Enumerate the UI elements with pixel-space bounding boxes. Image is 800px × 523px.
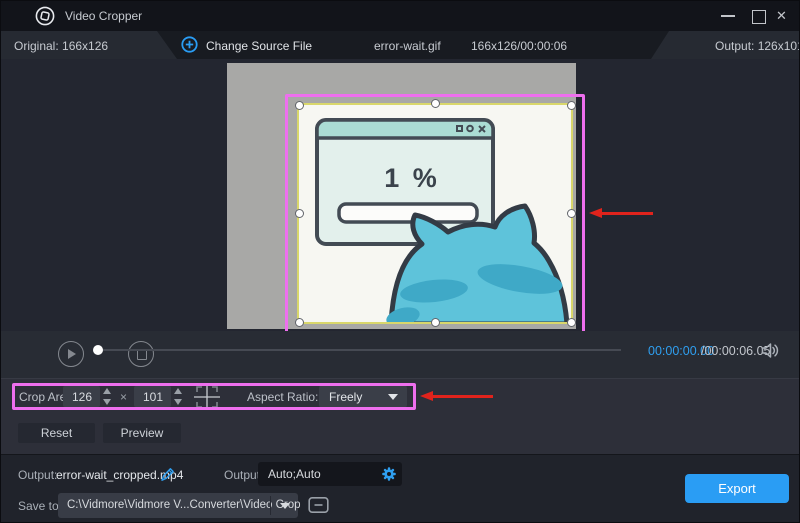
seek-slider-thumb[interactable] (93, 345, 103, 355)
export-settings-panel: Output: error-wait_cropped.mp4 Output: (1, 454, 800, 523)
stop-button[interactable] (128, 341, 154, 367)
crop-selection-region[interactable]: 1 % (299, 105, 571, 322)
export-button[interactable]: Export (685, 474, 789, 503)
save-to-label: Save to: (18, 499, 62, 513)
crop-position-crosshair-icon[interactable] (192, 382, 222, 417)
crop-height-input[interactable] (134, 386, 171, 407)
video-cropper-window: Video Cropper Original: 166x126 Change S… (0, 0, 800, 523)
aspect-ratio-value: Freely (329, 390, 362, 404)
seek-slider-track[interactable] (98, 349, 621, 351)
title-bar: Video Cropper (1, 1, 800, 31)
crop-handle-mid-left[interactable] (295, 209, 304, 218)
crop-width-stepper[interactable] (102, 386, 114, 407)
crop-handle-top-center[interactable] (431, 99, 440, 108)
output-size-label: Output: 126x101 (715, 39, 800, 53)
chevron-down-icon (388, 394, 398, 400)
volume-icon[interactable] (761, 342, 780, 364)
chevron-down-icon (280, 503, 290, 509)
gear-icon[interactable] (381, 466, 397, 487)
output-filename-label: Output: (18, 468, 57, 482)
crop-handle-top-left[interactable] (295, 101, 304, 110)
multiply-sign: × (120, 390, 127, 404)
cartoon-progress-percent: 1 % (384, 163, 440, 193)
info-bar: Original: 166x126 Change Source File err… (1, 31, 800, 59)
output-format-input[interactable] (258, 462, 376, 486)
video-preview-area: 1 % (1, 59, 800, 331)
change-source-file-button[interactable]: Change Source File (206, 39, 312, 53)
add-circle-icon (181, 36, 198, 58)
save-path-dropdown[interactable]: C:\Vidmore\Vidmore V...Converter\Video C… (58, 493, 298, 518)
play-button[interactable] (58, 341, 84, 367)
crop-handle-mid-right[interactable] (567, 209, 576, 218)
aspect-ratio-dropdown[interactable]: Freely (319, 385, 407, 408)
crop-handle-bottom-right[interactable] (567, 318, 576, 327)
annotation-arrow-crop-controls (420, 392, 493, 401)
source-filename: error-wait.gif (374, 39, 441, 53)
window-title: Video Cropper (65, 9, 142, 23)
playback-controls: 00:00:00.00 /00:00:06.05 (1, 331, 800, 378)
crop-settings-panel: Crop Area: × Aspect Ratio: Freely Reset … (1, 378, 800, 454)
minimize-button[interactable] (714, 1, 742, 31)
video-frame-image: 1 % (299, 105, 571, 322)
crop-handle-bottom-left[interactable] (295, 318, 304, 327)
close-button[interactable] (768, 1, 796, 31)
annotation-arrow-crop-area (589, 209, 653, 218)
reset-button[interactable]: Reset (18, 423, 95, 443)
output-format-field (258, 462, 402, 486)
save-path-value: C:\Vidmore\Vidmore V...Converter\Video C… (67, 499, 301, 511)
preview-button[interactable]: Preview (103, 423, 181, 443)
crop-handle-bottom-center[interactable] (431, 318, 440, 327)
edit-filename-pencil-icon[interactable] (159, 466, 176, 488)
crop-height-stepper[interactable] (173, 386, 185, 407)
original-size-label: Original: 166x126 (14, 39, 108, 53)
app-logo-icon (35, 6, 55, 31)
crop-width-input[interactable] (63, 386, 100, 407)
crop-handle-top-right[interactable] (567, 101, 576, 110)
open-folder-icon[interactable] (308, 496, 329, 519)
aspect-ratio-label: Aspect Ratio: (247, 390, 318, 404)
source-size-duration: 166x126/00:00:06 (471, 39, 567, 53)
